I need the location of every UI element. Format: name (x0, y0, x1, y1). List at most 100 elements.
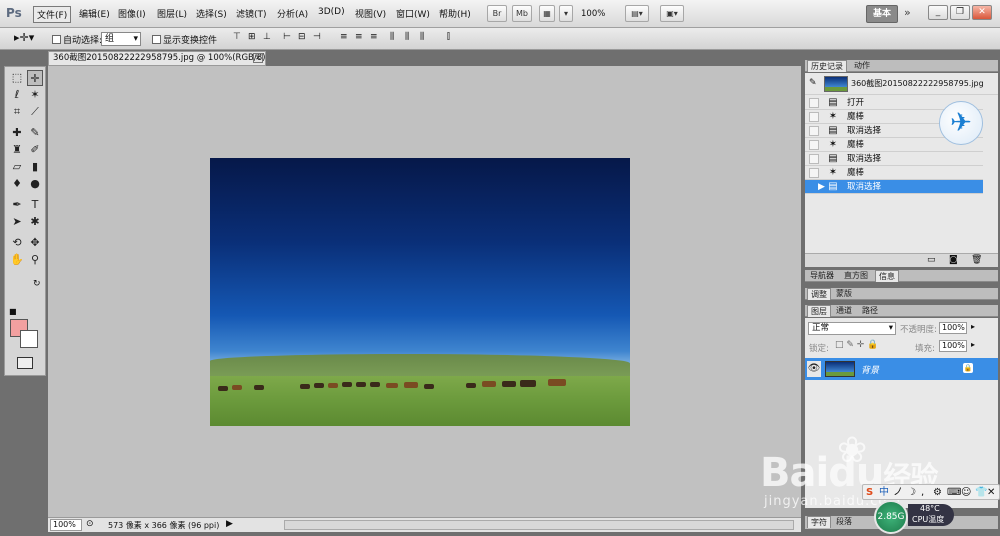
move-tool-icon[interactable]: ✛ (27, 70, 43, 86)
document-image[interactable] (210, 158, 630, 426)
clone-stamp-tool-icon[interactable]: ♜ (9, 142, 25, 158)
memory-usage-widget[interactable]: 2.85G (874, 500, 908, 534)
swap-colors-icon[interactable]: ↻ (33, 279, 41, 289)
zoom-level-dropdown-icon[interactable]: ▾ (559, 5, 573, 22)
history-source-checkbox[interactable] (809, 112, 819, 122)
path-selection-tool-icon[interactable]: ➤ (9, 214, 25, 230)
close-icon[interactable]: ✕ (253, 53, 263, 63)
zoom-tool-icon[interactable]: ⚲ (27, 252, 43, 268)
zoom-options-icon[interactable]: ⊙ (86, 519, 94, 529)
tools-icon[interactable]: ✕ (987, 486, 995, 500)
tab-character[interactable]: 字符 (807, 516, 831, 528)
default-colors-icon[interactable]: ■ (9, 307, 17, 316)
menu-3d[interactable]: 3D(D) (318, 7, 345, 17)
keyboard-icon[interactable]: ⌨ (947, 486, 961, 500)
punctuation-icon[interactable]: ノ (893, 486, 903, 500)
3d-rotate-tool-icon[interactable]: ⟲ (9, 235, 25, 251)
tab-info[interactable]: 信息 (875, 270, 899, 282)
distribute-vcenter-icon[interactable]: ≡ (355, 32, 367, 45)
tab-history[interactable]: 历史记录 (807, 60, 847, 72)
menu-edit[interactable]: 编辑(E) (79, 7, 110, 20)
opacity-arrow-icon[interactable]: ▸ (971, 322, 975, 331)
background-color-swatch[interactable] (20, 330, 38, 348)
brush-tool-icon[interactable]: ✎ (27, 125, 43, 141)
align-vcenter-icon[interactable]: ⊞ (248, 32, 260, 45)
tab-layers[interactable]: 图层 (807, 305, 831, 317)
tab-navigator[interactable]: 导航器 (807, 270, 837, 282)
tab-actions[interactable]: 动作 (851, 60, 873, 72)
tab-paragraph[interactable]: 段落 (833, 516, 855, 528)
layer-row-background[interactable]: 👁 背景 🔒 (805, 358, 998, 380)
eyedropper-tool-icon[interactable]: ⟋ (27, 104, 43, 120)
eye-icon[interactable]: 👁 (807, 361, 821, 377)
lock-icons[interactable]: □ ✎ ✛ 🔒 (835, 340, 878, 350)
hand-tool-icon[interactable]: ✋ (9, 252, 25, 268)
auto-align-icon[interactable]: ⫿ (447, 32, 459, 45)
align-top-icon[interactable]: ⊤ (233, 32, 245, 45)
history-item[interactable]: ▤ 取消选择 (805, 152, 983, 166)
snapshot-camera-icon[interactable]: ◙ (949, 255, 958, 265)
restore-button[interactable]: ❐ (950, 5, 970, 20)
extras-icon[interactable]: ▦ (539, 5, 555, 22)
history-source-checkbox[interactable] (809, 154, 819, 164)
history-brush-source-icon[interactable]: ✎ (809, 78, 817, 88)
eraser-tool-icon[interactable]: ▱ (9, 159, 25, 175)
fill-field[interactable]: 100% (939, 340, 967, 352)
align-hcenter-icon[interactable]: ⊟ (298, 32, 310, 45)
gradient-tool-icon[interactable]: ▮ (27, 159, 43, 175)
distribute-top-icon[interactable]: ≡ (340, 32, 352, 45)
auto-select-dropdown[interactable]: 组 ▾ (101, 32, 141, 46)
tab-masks[interactable]: 蒙版 (833, 288, 855, 300)
marquee-tool-icon[interactable]: ⬚ (9, 70, 25, 86)
healing-brush-tool-icon[interactable]: ✚ (9, 125, 25, 141)
history-item-selected[interactable]: ▶ ▤ 取消选择 (805, 180, 983, 194)
horizontal-scrollbar[interactable] (284, 520, 794, 530)
history-brush-tool-icon[interactable]: ✐ (27, 142, 43, 158)
sogou-icon[interactable]: S (866, 486, 873, 500)
new-document-from-state-icon[interactable]: ▭ (927, 255, 936, 265)
align-left-icon[interactable]: ⊢ (283, 32, 295, 45)
workspace-button[interactable]: 基本 (866, 5, 898, 23)
ime-settings-icon[interactable]: , (921, 486, 924, 500)
menu-file[interactable]: 文件(F) (33, 6, 72, 23)
minimize-button[interactable]: _ (928, 5, 948, 20)
history-source-checkbox[interactable] (809, 126, 819, 136)
distribute-right-icon[interactable]: ⫼ (420, 32, 432, 45)
type-tool-icon[interactable]: T (27, 197, 43, 213)
ime-gear-icon[interactable]: ⚙ (933, 486, 942, 500)
menu-layer[interactable]: 图层(L) (157, 7, 187, 20)
moon-icon[interactable]: ☽ (907, 486, 916, 500)
mini-bridge-button[interactable]: Mb (512, 5, 532, 22)
skin-icon[interactable]: 👕 (975, 486, 987, 500)
menu-image[interactable]: 图像(I) (118, 7, 146, 20)
history-source-checkbox[interactable] (809, 140, 819, 150)
menu-filter[interactable]: 滤镜(T) (236, 7, 267, 20)
history-snapshot[interactable]: ✎ 360截图20150822222958795.jpg (805, 73, 998, 95)
zoom-level[interactable]: 100% (581, 9, 605, 19)
bridge-button[interactable]: Br (487, 5, 507, 22)
user-icon[interactable]: ☺ (961, 486, 971, 500)
tab-paths[interactable]: 路径 (859, 305, 881, 317)
menu-window[interactable]: 窗口(W) (396, 7, 430, 20)
menu-view[interactable]: 视图(V) (355, 7, 386, 20)
show-transform-checkbox[interactable]: 显示变换控件 (152, 33, 217, 46)
crop-tool-icon[interactable]: ⌗ (9, 104, 25, 120)
document-tab[interactable]: 360截图20150822222958795.jpg @ 100%(RGB/8)… (48, 51, 266, 66)
workspace-more-icon[interactable]: » (904, 6, 911, 19)
menu-analysis[interactable]: 分析(A) (277, 7, 308, 20)
history-item[interactable]: ✶ 魔棒 (805, 166, 983, 180)
ime-mode[interactable]: 中 (879, 486, 889, 500)
opacity-field[interactable]: 100% (939, 322, 967, 334)
3d-orbit-tool-icon[interactable]: ✥ (27, 235, 43, 251)
distribute-bottom-icon[interactable]: ≡ (370, 32, 382, 45)
pen-tool-icon[interactable]: ✒ (9, 197, 25, 213)
menu-help[interactable]: 帮助(H) (439, 7, 471, 20)
auto-select-checkbox[interactable]: 自动选择: (52, 33, 102, 46)
history-source-checkbox[interactable] (809, 168, 819, 178)
tab-histogram[interactable]: 直方图 (841, 270, 871, 282)
zoom-field[interactable]: 100% (50, 519, 82, 531)
arrange-documents-button[interactable]: ▤▾ (625, 5, 649, 22)
close-button[interactable]: ✕ (972, 5, 992, 20)
shape-tool-icon[interactable]: ✱ (27, 214, 43, 230)
status-menu-arrow-icon[interactable]: ▶ (226, 519, 233, 529)
